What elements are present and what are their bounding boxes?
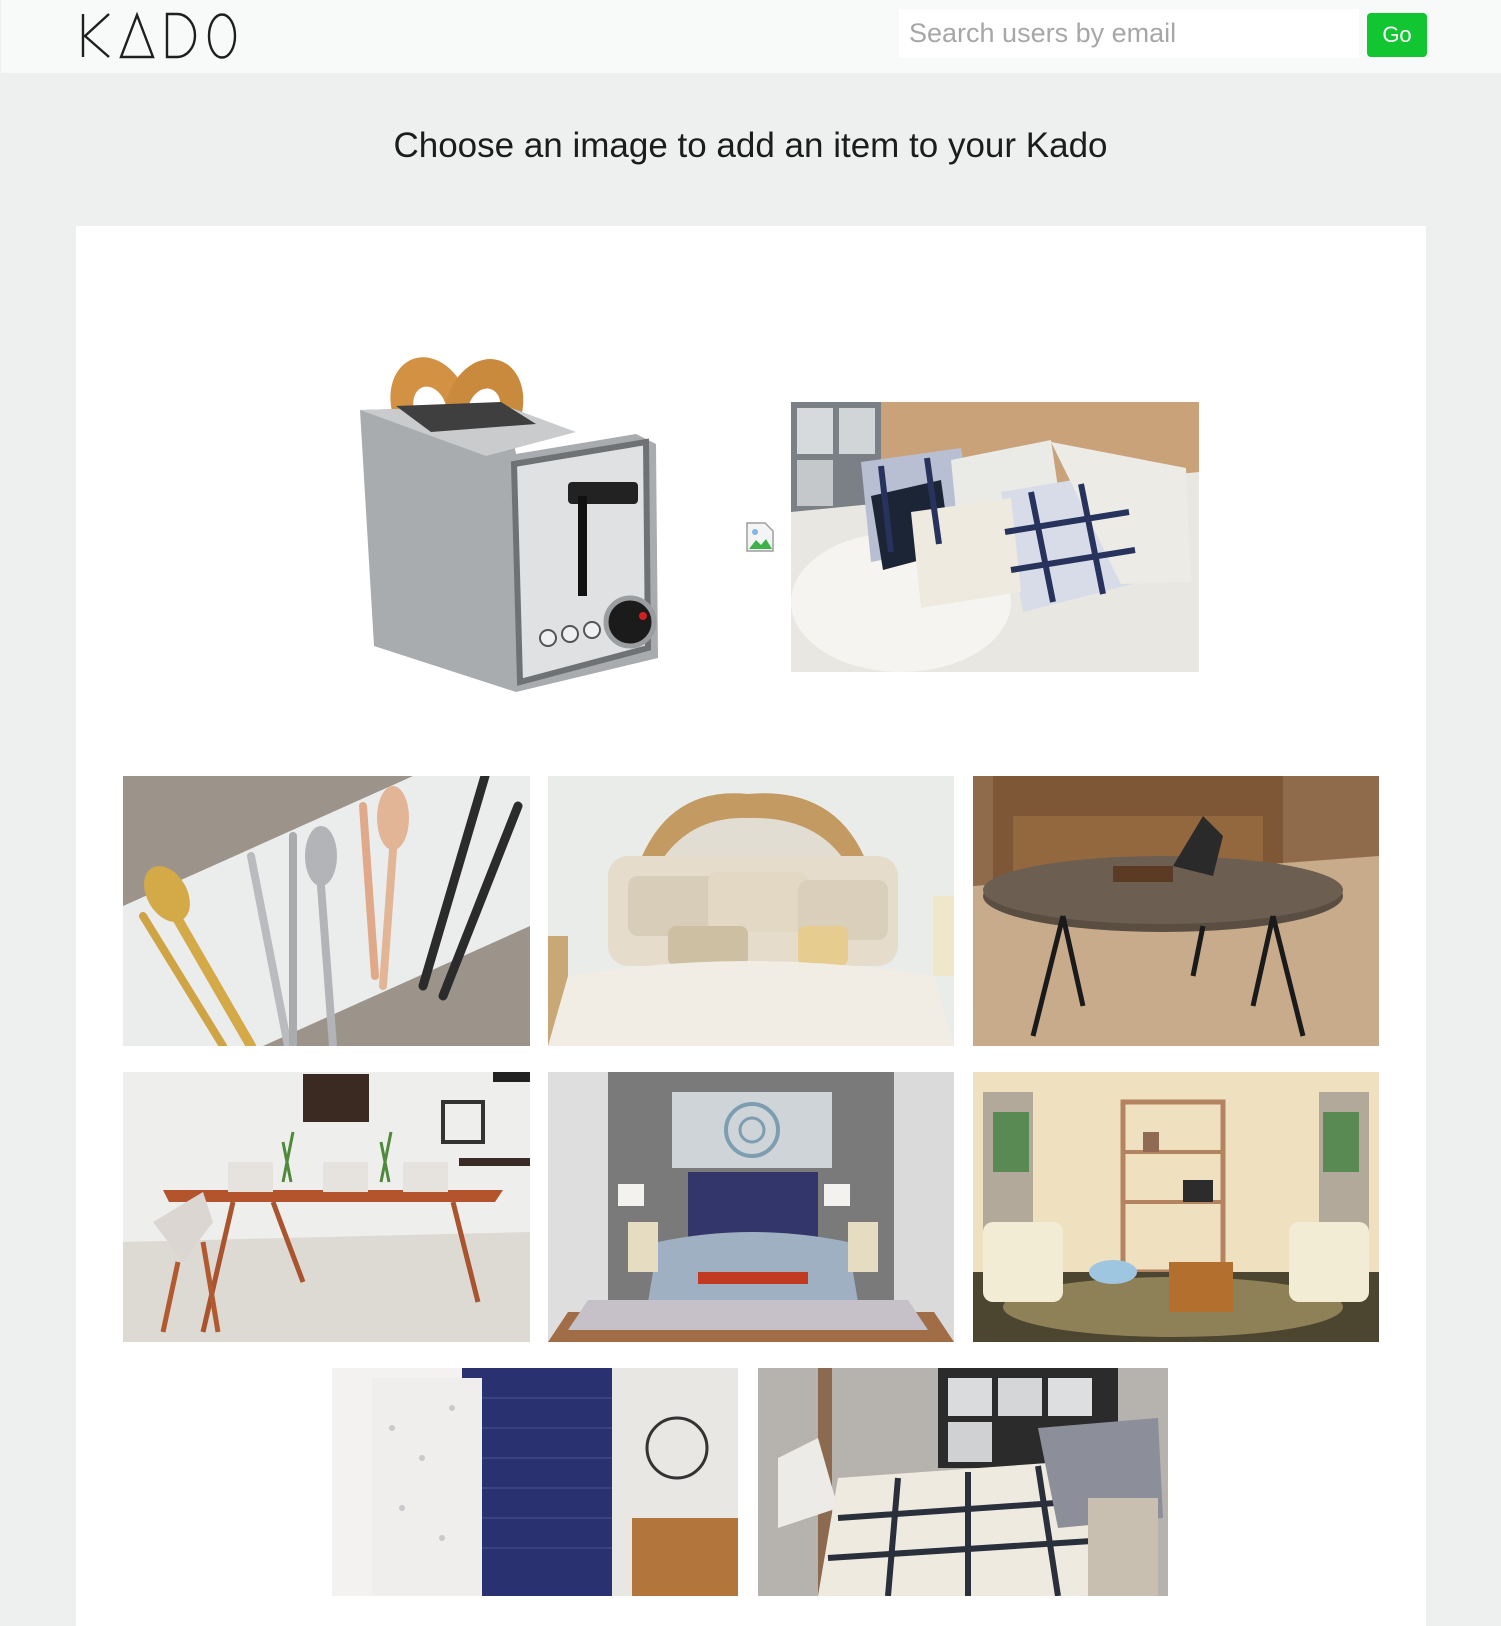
top-navbar: Go (1, 0, 1501, 73)
flatware-illustration (123, 776, 530, 1046)
living-room-image[interactable] (973, 1072, 1379, 1342)
kado-logo[interactable] (81, 10, 241, 65)
living-room-illustration (973, 1072, 1379, 1342)
go-button[interactable]: Go (1367, 13, 1427, 57)
bathroom-image[interactable] (332, 1368, 738, 1596)
dining-table-image[interactable] (123, 1072, 530, 1342)
pillows-illustration (791, 402, 1199, 672)
bathroom-illustration (332, 1368, 738, 1596)
plaid-pillows-image[interactable] (791, 402, 1199, 672)
bedroom-image[interactable] (548, 1072, 954, 1342)
toaster-illustration (336, 346, 700, 706)
flatware-image[interactable] (123, 776, 530, 1046)
bedding-illustration (548, 776, 954, 1046)
bedroom-illustration (548, 1072, 954, 1342)
coffee-table-illustration (973, 776, 1379, 1046)
search-users-input[interactable] (899, 9, 1359, 58)
toaster-image[interactable] (336, 346, 700, 706)
ornate-bedding-image[interactable] (548, 776, 954, 1046)
kado-logo-mark (81, 11, 237, 59)
plaid-bed-illustration (758, 1368, 1168, 1596)
broken-image-icon[interactable] (746, 522, 774, 552)
page-heading: Choose an image to add an item to your K… (393, 126, 1108, 165)
coffee-table-image[interactable] (973, 776, 1379, 1046)
dining-room-illustration (123, 1072, 530, 1342)
plaid-bedroom-image[interactable] (758, 1368, 1168, 1596)
